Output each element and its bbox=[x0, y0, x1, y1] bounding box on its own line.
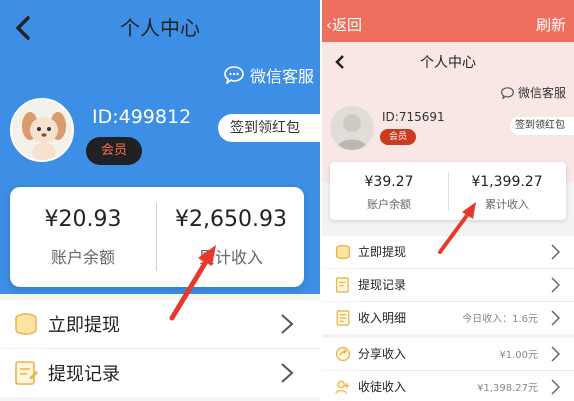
coins-icon bbox=[15, 313, 37, 335]
menu-item-withdraw-history[interactable]: 提现记录 bbox=[0, 349, 320, 397]
left-screen: 个人中心 微信客服 ID:499812 会员 签到领红包 ¥20.93 账户余额… bbox=[0, 0, 320, 401]
menu-label: 收徒收入 bbox=[358, 380, 407, 394]
sign-in-red-packet-button[interactable]: 签到领红包 bbox=[510, 117, 574, 135]
detail-icon bbox=[336, 310, 350, 326]
customer-service-link[interactable]: 微信客服 bbox=[501, 84, 566, 101]
share-income-value: ¥1.00元 bbox=[499, 350, 538, 361]
page-title: 个人中心 bbox=[420, 55, 476, 71]
earnings-card: ¥20.93 账户余额 ¥2,650.93 累计收入 bbox=[10, 187, 304, 287]
balance-value: ¥39.27 bbox=[364, 174, 414, 190]
chevron-right-icon bbox=[281, 363, 294, 383]
menu-item-income-detail[interactable]: 收入明细 今日收入：1.6元 bbox=[322, 302, 574, 334]
page-title: 个人中心 bbox=[120, 16, 200, 40]
member-badge: 会员 bbox=[380, 129, 416, 145]
menu-label: 提现记录 bbox=[358, 278, 407, 292]
chevron-right-icon bbox=[281, 314, 294, 334]
menu-item-apprentice-income[interactable]: 收徒收入 ¥1,398.27元 bbox=[322, 371, 574, 401]
total-income-label: 累计收入 bbox=[198, 248, 263, 267]
customer-service-label: 微信客服 bbox=[249, 67, 314, 86]
menu-label: 立即提现 bbox=[358, 245, 407, 259]
share-icon bbox=[335, 346, 351, 362]
chevron-right-icon bbox=[551, 379, 560, 395]
refresh-button[interactable]: 刷新 bbox=[536, 14, 566, 35]
chevron-right-icon bbox=[551, 310, 560, 326]
menu-label: 收入明细 bbox=[358, 311, 407, 325]
user-id: ID:499812 bbox=[92, 106, 192, 128]
avatar[interactable] bbox=[10, 98, 74, 162]
sign-in-red-packet-button[interactable]: 签到领红包 bbox=[218, 114, 320, 142]
back-label: 返回 bbox=[332, 16, 363, 34]
portrait-avatar-icon bbox=[336, 114, 368, 150]
menu-item-withdraw[interactable]: 立即提现 bbox=[0, 300, 320, 348]
card-divider bbox=[156, 203, 157, 271]
apprentice-icon bbox=[335, 380, 350, 394]
balance-label: 账户余额 bbox=[50, 248, 115, 267]
record-icon bbox=[15, 361, 38, 385]
customer-service-link[interactable]: 微信客服 bbox=[224, 63, 314, 87]
total-income-value: ¥1,399.27 bbox=[471, 174, 543, 190]
back-button[interactable]: ‹返回 bbox=[326, 14, 362, 35]
menu-item-share-income[interactable]: 分享收入 ¥1.00元 bbox=[322, 338, 574, 370]
menu-label: 分享收入 bbox=[358, 347, 407, 361]
menu-label: 提现记录 bbox=[48, 364, 120, 385]
customer-service-label: 微信客服 bbox=[517, 86, 566, 100]
balance-label: 账户余额 bbox=[367, 198, 411, 211]
coins-icon bbox=[335, 244, 351, 260]
total-income-label: 累计收入 bbox=[485, 198, 529, 211]
balance-value: ¥20.93 bbox=[44, 207, 122, 232]
chevron-right-icon bbox=[551, 346, 560, 362]
chat-bubble-icon bbox=[224, 66, 244, 84]
total-income-value: ¥2,650.93 bbox=[175, 207, 287, 232]
menu-label: 立即提现 bbox=[48, 315, 120, 336]
earnings-card: ¥39.27 账户余额 ¥1,399.27 累计收入 bbox=[330, 162, 566, 220]
right-screen: ‹返回 刷新 个人中心 微信客服 ID:715691 会员 签到领红包 ¥39.… bbox=[322, 0, 574, 401]
apprentice-income-value: ¥1,398.27元 bbox=[477, 383, 538, 394]
chevron-right-icon bbox=[551, 244, 560, 260]
menu-item-withdraw[interactable]: 立即提现 bbox=[322, 236, 574, 268]
menu-item-withdraw-history[interactable]: 提现记录 bbox=[322, 269, 574, 301]
record-icon bbox=[335, 277, 349, 293]
chevron-right-icon bbox=[551, 277, 560, 293]
today-income-value: 今日收入：1.6元 bbox=[462, 314, 538, 325]
chat-bubble-icon bbox=[501, 86, 514, 99]
member-badge: 会员 bbox=[86, 137, 142, 165]
avatar[interactable] bbox=[330, 106, 374, 150]
user-id: ID:715691 bbox=[382, 110, 445, 124]
